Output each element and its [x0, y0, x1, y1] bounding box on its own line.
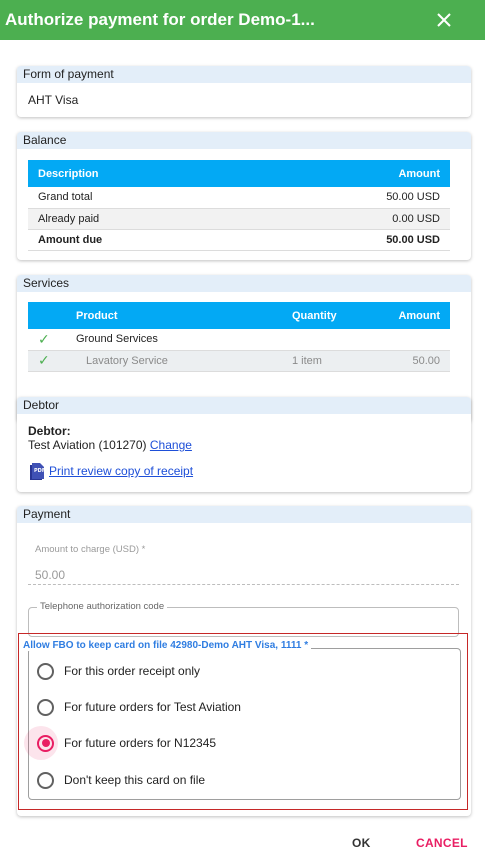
check-icon: ✓ — [38, 330, 50, 347]
balance-heading: Balance — [17, 132, 471, 149]
pdf-icon: PDF — [30, 463, 45, 480]
balance-row-label: Already paid — [28, 208, 253, 230]
table-row: ✓ Ground Services — [28, 329, 450, 351]
table-row: Already paid 0.00 USD — [28, 208, 450, 230]
debtor-label: Debtor: — [28, 424, 71, 438]
svg-text:PDF: PDF — [34, 468, 45, 474]
keep-card-label: Allow FBO to keep card on file 42980-Dem… — [20, 640, 312, 651]
radio-option-future-test-aviation[interactable]: For future orders for Test Aviation — [28, 692, 448, 722]
services-heading: Services — [17, 275, 471, 292]
form-of-payment-value: AHT Visa — [28, 93, 79, 107]
radio-option-future-n12345[interactable]: For future orders for N12345 — [24, 726, 448, 760]
radio-option-label: For future orders for Test Aviation — [64, 700, 241, 714]
column-status — [28, 302, 66, 329]
balance-table-header: Description Amount — [28, 160, 450, 187]
radio-unchecked-icon[interactable] — [37, 698, 54, 716]
dialog-title: Authorize payment for order Demo-1... — [5, 10, 315, 29]
column-amount: Amount — [252, 160, 450, 187]
service-amount — [372, 329, 450, 351]
debtor-value: Test Aviation (101270) Change — [28, 438, 192, 452]
payment-heading: Payment — [17, 506, 471, 523]
check-icon: ✓ — [38, 352, 50, 368]
column-quantity: Quantity — [282, 302, 372, 329]
cancel-button[interactable]: CANCEL — [416, 836, 468, 850]
radio-option-dont-keep[interactable]: Don't keep this card on file — [28, 765, 448, 795]
balance-section: Balance Description Amount Grand total 5… — [17, 132, 471, 260]
form-of-payment-section: Form of payment AHT Visa — [17, 66, 471, 117]
close-icon[interactable] — [433, 9, 455, 31]
services-table-header: Product Quantity Amount — [28, 302, 450, 329]
ok-button[interactable]: OK — [352, 836, 371, 850]
debtor-section: Debtor Debtor: Test Aviation (101270) Ch… — [17, 397, 471, 492]
debtor-name: Test Aviation (101270) — [28, 438, 147, 452]
radio-unchecked-icon[interactable] — [37, 662, 54, 680]
radio-option-this-order[interactable]: For this order receipt only — [28, 656, 448, 686]
form-of-payment-heading: Form of payment — [17, 66, 471, 83]
balance-row-amount: 0.00 USD — [252, 208, 450, 230]
service-product: Ground Services — [66, 329, 282, 351]
radio-option-label: Don't keep this card on file — [64, 773, 206, 787]
table-row: ✓ Lavatory Service 1 item 50.00 — [28, 350, 450, 372]
column-description: Description — [28, 160, 253, 187]
column-amount: Amount — [372, 302, 450, 329]
balance-table: Description Amount Grand total 50.00 USD… — [28, 160, 450, 251]
service-amount: 50.00 — [372, 350, 450, 372]
service-product: Lavatory Service — [66, 350, 282, 372]
debtor-heading: Debtor — [17, 397, 471, 414]
table-row: Grand total 50.00 USD — [28, 187, 450, 209]
amount-to-charge-input: 50.00 — [35, 568, 66, 582]
radio-checked-icon[interactable] — [37, 734, 54, 752]
radio-option-label: For future orders for N12345 — [64, 736, 217, 750]
print-receipt-link[interactable]: Print review copy of receipt — [49, 464, 193, 478]
radio-option-label: For this order receipt only — [64, 664, 201, 678]
dialog-footer: OK CANCEL — [0, 825, 485, 865]
table-row: Amount due 50.00 USD — [28, 229, 450, 251]
balance-row-label: Grand total — [28, 187, 253, 209]
balance-row-amount: 50.00 USD — [252, 187, 450, 209]
services-table: Product Quantity Amount ✓ Ground Service… — [28, 302, 450, 372]
amount-underline — [28, 584, 459, 585]
service-quantity: 1 item — [282, 350, 372, 372]
radio-unchecked-icon[interactable] — [37, 771, 54, 789]
amount-to-charge-label: Amount to charge (USD) * — [35, 544, 146, 555]
balance-row-label: Amount due — [28, 229, 253, 251]
change-debtor-link[interactable]: Change — [150, 438, 192, 452]
service-quantity — [282, 329, 372, 351]
column-product: Product — [66, 302, 282, 329]
balance-row-amount: 50.00 USD — [252, 229, 450, 251]
telephone-code-label: Telephone authorization code — [37, 601, 168, 612]
dialog-header: Authorize payment for order Demo-1... — [0, 0, 485, 40]
